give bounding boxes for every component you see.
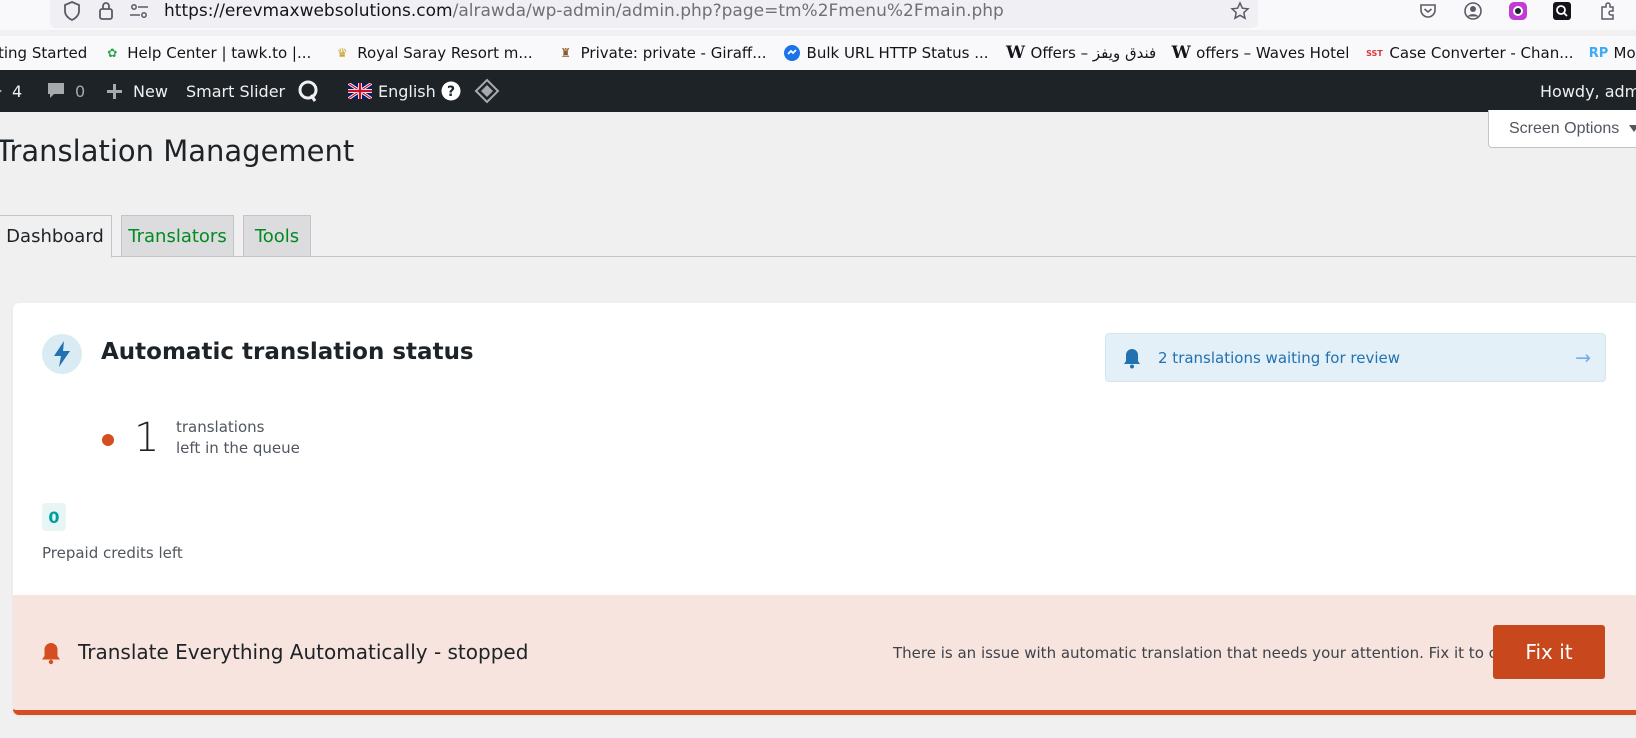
plus-icon — [106, 83, 123, 100]
svg-text:?: ? — [447, 84, 455, 100]
lightning-icon — [42, 334, 82, 374]
tab-label: Translators — [128, 225, 227, 247]
shield-icon[interactable] — [60, 0, 84, 22]
caret-down-icon — [1629, 124, 1636, 133]
bookmark-label: Offers – فندق ويفز — [1030, 44, 1157, 62]
queue-label-line2: left in the queue — [176, 439, 300, 457]
alert-bell-icon — [40, 641, 62, 665]
help-icon[interactable]: ? — [441, 81, 461, 101]
review-notice-text: 2 translations waiting for review — [1158, 348, 1401, 367]
extensions-puzzle-icon[interactable] — [1596, 0, 1620, 22]
new-content-item[interactable]: New — [106, 70, 168, 112]
language-label: English — [378, 81, 436, 101]
bookmark-label: Bulk URL HTTP Status ... — [806, 44, 989, 62]
account-icon[interactable] — [1461, 0, 1485, 22]
howdy-label: Howdy, admi — [1540, 81, 1636, 101]
query-monitor-item[interactable] — [296, 70, 320, 112]
howdy-user[interactable]: Howdy, admi — [1540, 70, 1636, 112]
diamond-icon — [474, 78, 500, 104]
bookmark-label: Help Center | tawk.to |... — [127, 44, 312, 62]
fix-it-button[interactable]: Fix it — [1493, 625, 1605, 679]
giraffe-icon: ♜ — [560, 46, 572, 60]
tab-tools[interactable]: Tools — [243, 215, 311, 257]
bookmark-item[interactable]: ting Started — [0, 44, 87, 62]
star-bookmark-icon[interactable] — [1228, 0, 1252, 22]
credits-badge: 0 — [42, 503, 66, 531]
rp-icon: RP — [1588, 45, 1609, 61]
nav-tabs: Dashboard Translators Tools — [0, 215, 1636, 258]
bookmark-label: Royal Saray Resort m... — [357, 44, 533, 62]
status-icon — [783, 44, 801, 62]
bookmarks-bar: ting Started ✿ Help Center | tawk.to |...… — [0, 36, 1636, 70]
smart-slider-item[interactable]: Smart Slider — [186, 70, 285, 112]
resort-icon: ♛ — [336, 46, 348, 60]
url-host: https://erevmaxwebsolutions.com — [164, 1, 453, 21]
screen-options-button[interactable]: Screen Options — [1488, 110, 1636, 148]
tab-dashboard[interactable]: Dashboard — [0, 215, 112, 258]
tab-label: Dashboard — [6, 226, 104, 247]
bookmark-item[interactable]: ♛ Royal Saray Resort m... — [333, 44, 533, 62]
updates-item[interactable]: 4 — [0, 70, 22, 112]
waves-icon: W — [1171, 43, 1191, 63]
review-notice-link[interactable]: 2 translations waiting for review → — [1105, 333, 1606, 382]
pocket-icon[interactable] — [1416, 0, 1440, 22]
bookmark-label: offers – Waves Hotel — [1196, 44, 1350, 62]
permissions-icon[interactable] — [126, 0, 152, 22]
bookmark-item[interactable]: Woffers – Waves Hotel — [1171, 43, 1350, 63]
alert-message: There is an issue with automatic transla… — [893, 644, 1559, 662]
wp-admin-bar: 4 0 New Smart Slider English ? Howdy, ad… — [0, 70, 1636, 112]
url-text[interactable]: https://erevmaxwebsolutions.com/alrawda/… — [164, 0, 1004, 22]
queue-label: translations left in the queue — [176, 417, 300, 459]
tab-translators[interactable]: Translators — [121, 215, 234, 257]
language-switcher[interactable]: English ? — [348, 70, 461, 112]
smart-slider-label: Smart Slider — [186, 81, 286, 101]
arrow-right-icon: → — [1575, 347, 1591, 369]
screen-options-label: Screen Options — [1509, 119, 1620, 137]
bell-icon — [1122, 347, 1142, 369]
updates-icon — [0, 83, 6, 99]
browser-url-row: https://erevmaxwebsolutions.com/alrawda/… — [0, 0, 1636, 30]
bookmark-label: Private: private - Giraff... — [580, 44, 767, 62]
bookmark-label: Modify image | Resize... — [1613, 44, 1636, 62]
bookmark-item[interactable]: RPModify image | Resize... — [1588, 44, 1636, 62]
lock-icon[interactable] — [94, 0, 118, 22]
extension-color-icon[interactable] — [1506, 0, 1530, 22]
bookmark-item[interactable]: Bulk URL HTTP Status ... — [783, 44, 989, 62]
bookmark-label: Case Converter - Chan... — [1389, 44, 1574, 62]
bookmark-item[interactable]: ♜ Private: private - Giraff... — [557, 44, 767, 62]
bookmark-label: ting Started — [0, 44, 88, 62]
page-title: Translation Management — [0, 134, 355, 168]
queue-label-line1: translations — [176, 418, 265, 436]
waves-icon: W — [1005, 43, 1026, 63]
bookmark-item[interactable]: SST Case Converter - Chan... — [1365, 44, 1573, 62]
tawk-icon: ✿ — [107, 46, 118, 60]
comment-icon — [46, 82, 66, 100]
bookmark-item[interactable]: W Offers – فندق ويفز — [1005, 43, 1157, 63]
alert-title: Translate Everything Automatically - sto… — [78, 640, 529, 664]
card-title: Automatic translation status — [101, 339, 474, 365]
new-label: New — [133, 81, 168, 101]
queue-status-dot — [102, 434, 114, 446]
extension-search-icon[interactable] — [1550, 0, 1574, 22]
comments-item[interactable]: 0 — [46, 70, 85, 112]
sst-icon: SST — [1366, 48, 1383, 58]
updates-count: 4 — [12, 81, 23, 101]
query-monitor-icon — [296, 79, 320, 103]
comments-count: 0 — [75, 81, 86, 101]
uk-flag-icon — [348, 83, 372, 99]
url-path: /alrawda/wp-admin/admin.php?page=tm%2Fme… — [452, 1, 1004, 21]
bookmark-item[interactable]: ✿ Help Center | tawk.to |... — [103, 44, 311, 62]
queue-count: 1 — [134, 415, 160, 461]
wpml-item[interactable] — [474, 70, 500, 112]
tab-label: Tools — [254, 225, 300, 247]
credits-label: Prepaid credits left — [42, 544, 183, 562]
